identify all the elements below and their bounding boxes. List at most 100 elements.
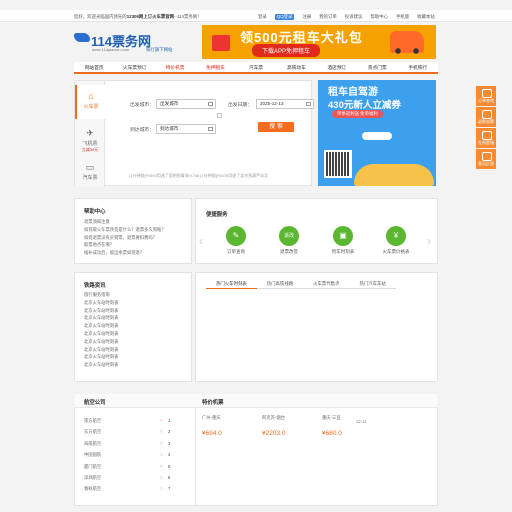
mobile-link[interactable]: 手机版	[396, 14, 409, 20]
float-order-query[interactable]: 订单查询	[476, 86, 496, 106]
ad-tag: 单季返利送 免单福利	[332, 110, 383, 118]
service-label: 订单查询	[227, 249, 245, 254]
rental-ad[interactable]: 租车自驾游 430元新人立减券 单季返利送 免单福利	[318, 80, 436, 186]
banner-download-button[interactable]: 下载APP免押租车	[252, 44, 321, 57]
news-list: 旅行服务指南 北京火车站时刻表 北京火车站时刻表 北京火车站时刻表 北京火车站时…	[84, 291, 118, 369]
float-feedback[interactable]: 意见反馈	[476, 149, 496, 169]
register-link[interactable]: 注册	[302, 14, 311, 20]
float-refund[interactable]: 退款退票	[476, 107, 496, 127]
news-item[interactable]: 北京火车站时刻表	[84, 314, 118, 322]
airline-rank: 6	[168, 474, 171, 480]
side-float-bar: 订单查询 退款退票 在线客服 意见反馈	[476, 86, 496, 170]
fare-price[interactable]: ¥2203.0	[262, 430, 286, 437]
tab-hot-timetable[interactable]: 热门火车时刻表	[206, 280, 257, 289]
help-item[interactable]: 如何退票没有买到票，退票要扣费吗？	[84, 234, 166, 242]
from-label: 出发城市：	[130, 103, 154, 108]
help-item[interactable]: 如何取火车票改签是什么？退票多久到账？	[84, 226, 166, 234]
panel-divider	[195, 408, 196, 506]
airline-item[interactable]: 海南航空 ↑ 3	[84, 438, 184, 449]
bookmark-link[interactable]: 收藏本站	[417, 14, 435, 20]
tab-train[interactable]: ⌂ 火车票	[75, 85, 105, 119]
nav-mobile[interactable]: 手机铁行	[398, 62, 438, 72]
tab-agency[interactable]: 火车票代售点	[303, 280, 350, 289]
fare-price[interactable]: ¥694.0	[202, 430, 222, 437]
news-item[interactable]: 北京火车站时刻表	[84, 361, 118, 369]
service-label: 火车票价格表	[382, 249, 410, 254]
tab-hot-highspeed[interactable]: 热门高铁线路	[256, 280, 304, 289]
nav-train[interactable]: 火车票预订	[114, 62, 154, 72]
chevron-left-icon[interactable]: ‹	[199, 234, 203, 248]
service-schedule[interactable]: ▣ 列车时刻表	[323, 226, 363, 255]
nav-hotel[interactable]: 酒店预订	[317, 62, 357, 72]
nav-home[interactable]: 网站首页	[74, 62, 114, 72]
fare-price[interactable]: ¥680.0	[322, 430, 342, 437]
tab-bus[interactable]: ▭ 汽车票	[75, 161, 105, 183]
airline-item[interactable]: 深圳航空 ↑ 6	[84, 472, 184, 483]
nav-bus[interactable]: 汽车票	[236, 62, 276, 72]
fare-route[interactable]: 阿克苏-烟台	[262, 415, 285, 421]
help-list: 退票须知注意 如何取火车票改签是什么？退票多久到账？ 如何退票没有买到票，退票要…	[84, 218, 166, 257]
date-label: 出发日期：	[228, 103, 252, 108]
airline-name: 海南航空	[84, 440, 102, 446]
car-icon	[354, 164, 434, 186]
float-service[interactable]: 在线客服	[476, 128, 496, 148]
service-refund[interactable]: 退改 退票改签	[269, 226, 309, 255]
help-center-link[interactable]: 帮助中心	[370, 14, 388, 20]
tab-flight[interactable]: ✈ 飞机票 立减30元	[75, 125, 105, 157]
fare-route[interactable]: 广州-重庆	[202, 415, 221, 421]
arrow-up-icon: ↑	[160, 418, 163, 423]
airline-rank: 2	[168, 429, 171, 435]
service-order-query[interactable]: ✎ 订单查询	[216, 226, 256, 255]
to-city-input[interactable]: 到达城市	[156, 124, 216, 134]
help-item[interactable]: 候补成功后，留出余票如何退？	[84, 249, 166, 257]
swap-cities-icon[interactable]	[217, 113, 222, 118]
help-item[interactable]: 退票须知注意	[84, 218, 166, 226]
airline-item[interactable]: 中国国航 ↑ 4	[84, 449, 184, 460]
airline-item[interactable]: 东方航空 ↑ 2	[84, 426, 184, 437]
logo-slogan: 铁行旗下网站	[146, 47, 173, 52]
qq-login-link[interactable]: QQ登录	[274, 14, 295, 20]
help-item[interactable]: 取票地点在哪？	[84, 241, 166, 249]
airline-name: 厦门航空	[84, 463, 102, 469]
news-item[interactable]: 北京火车站时刻表	[84, 338, 118, 346]
nav-tickets[interactable]: 景点门票	[357, 62, 397, 72]
news-item[interactable]: 北京火车站时刻表	[84, 346, 118, 354]
news-item[interactable]: 北京火车站时刻表	[84, 322, 118, 330]
airline-item[interactable]: 春秋航空 ↑ 7	[84, 483, 184, 494]
complaint-link[interactable]: 投诉建议	[345, 14, 363, 20]
airline-item[interactable]: 南方航空 ↑ 1	[84, 415, 184, 426]
top-bar: 您好，欢迎光临国内领先的12306网上订火车票官网--114票务网！ 登录 QQ…	[0, 10, 512, 22]
search-button[interactable]: 搜 索	[258, 122, 294, 132]
airline-rank: 1	[168, 418, 171, 423]
service-price[interactable]: ¥ 火车票价格表	[376, 226, 416, 255]
fare-route[interactable]: 重庆-三亚	[322, 415, 341, 421]
arrow-up-icon: ↑	[160, 440, 163, 446]
airline-name: 春秋航空	[84, 486, 102, 492]
welcome-text: 您好，欢迎光临国内领先的12306网上订火车票官网--114票务网！	[74, 14, 202, 20]
nav-flight-deals[interactable]: 特价机票	[155, 62, 195, 72]
airline-item[interactable]: 厦门航空 ↑ 5	[84, 461, 184, 472]
login-link[interactable]: 登录	[258, 14, 267, 20]
city-picker-icon	[208, 127, 213, 131]
news-item[interactable]: 北京火车站时刻表	[84, 353, 118, 361]
news-item[interactable]: 北京火车站时刻表	[84, 307, 118, 315]
site-logo[interactable]: 114票务网 www.114piaowu.com 铁行旗下网站	[74, 27, 184, 57]
news-item[interactable]: 北京火车站时刻表	[84, 299, 118, 307]
airline-name: 中国国航	[84, 452, 102, 458]
date-input[interactable]: 2025-12-13	[256, 99, 314, 109]
tab-bus-station[interactable]: 热门汽车车站	[349, 280, 396, 289]
chevron-right-icon[interactable]: ›	[427, 234, 431, 248]
airline-name: 东方航空	[84, 429, 102, 435]
airlines-title: 航空公司	[84, 400, 106, 406]
arrow-up-icon: ↑	[160, 486, 163, 492]
from-city-input[interactable]: 出发城市	[156, 99, 216, 109]
nav-highspeed[interactable]: 高铁动车	[276, 62, 316, 72]
nav-car-rental[interactable]: 免押租车	[195, 62, 235, 72]
news-item[interactable]: 北京火车站时刻表	[84, 330, 118, 338]
rental-banner[interactable]: 领500元租车大礼包 下载APP免押租车	[202, 25, 436, 59]
help-title: 帮助中心	[84, 209, 106, 215]
logo-domain: www.114piaowu.com	[92, 47, 130, 52]
airline-rank: 4	[168, 452, 171, 458]
news-item[interactable]: 旅行服务指南	[84, 291, 118, 299]
my-orders-link[interactable]: 我的订单	[319, 14, 337, 20]
